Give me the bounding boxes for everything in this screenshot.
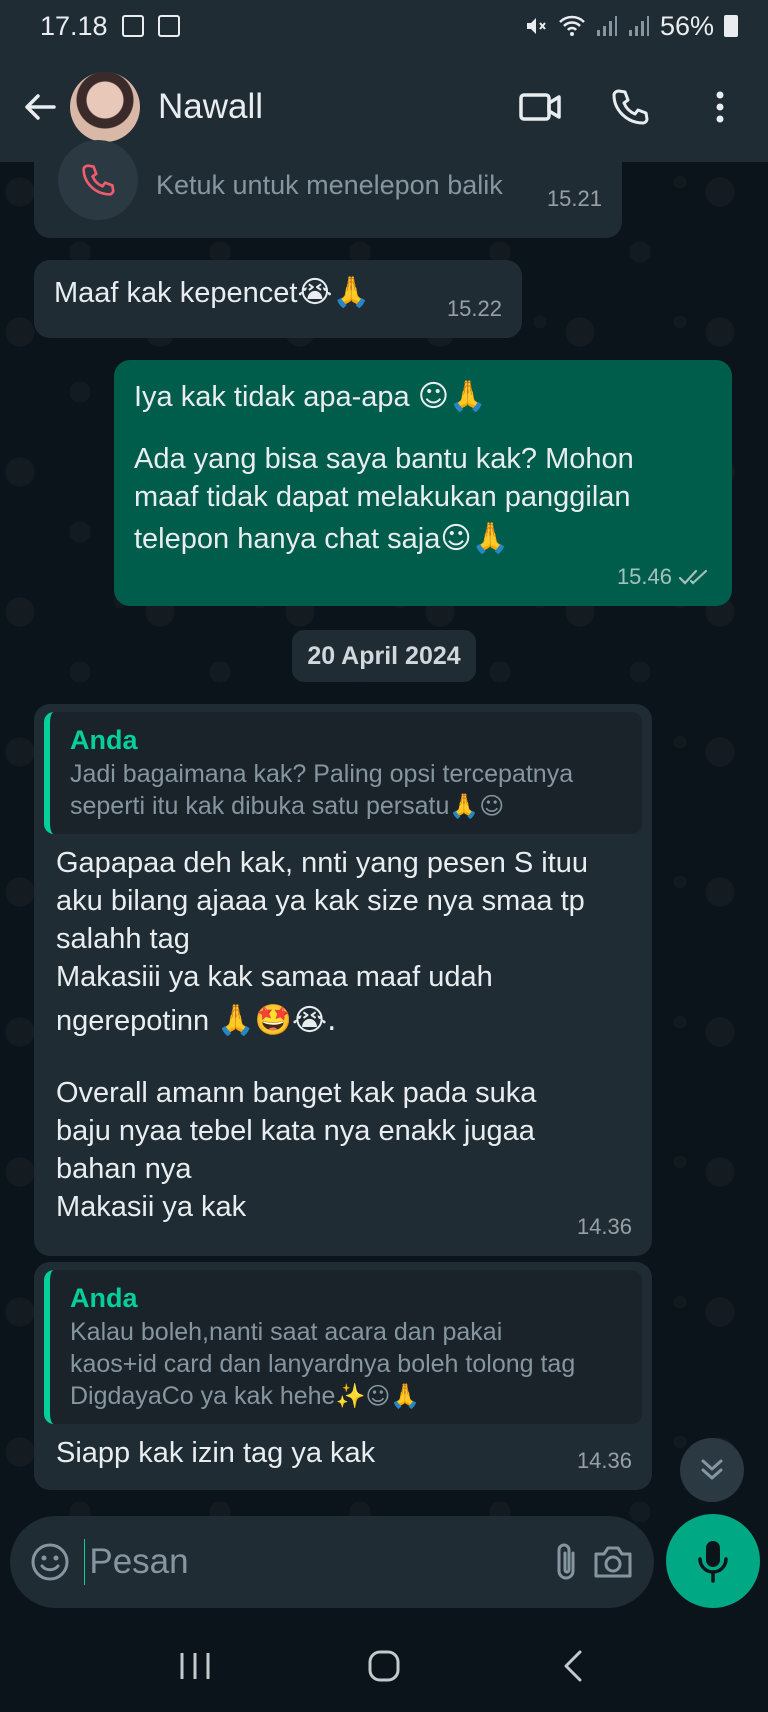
back-button[interactable]	[10, 77, 70, 137]
message-input[interactable]	[85, 1532, 541, 1592]
battery-icon	[724, 15, 738, 37]
message-text-line: bahan nya	[56, 1153, 192, 1185]
battery-percent: 56%	[659, 10, 714, 41]
quote-text-line: kaos+id card dan lanyardnya boleh tolong…	[70, 1350, 576, 1378]
outgoing-message[interactable]: Iya kak tidak apa-apa ☺🙏 Ada yang bisa s…	[114, 360, 732, 606]
attach-button[interactable]	[552, 1532, 580, 1592]
message-text: Siapp kak izin tag ya kak	[56, 1437, 376, 1469]
quote-text-line: Jadi bagaimana kak? Paling opsi tercepat…	[70, 760, 574, 788]
voice-call-button[interactable]	[600, 77, 660, 137]
incoming-reply-message[interactable]: Anda Jadi bagaimana kak? Paling opsi ter…	[34, 704, 652, 1256]
more-options-button[interactable]	[690, 77, 750, 137]
signal-2-icon	[628, 16, 649, 36]
system-nav-bar	[0, 1620, 768, 1712]
message-text-line: Makasiii ya kak samaa maaf udah	[56, 961, 493, 993]
message-text: Maaf kak kepencet	[54, 277, 298, 309]
home-button[interactable]	[344, 1636, 424, 1696]
message-text-line: Gapapaa deh kak, nnti yang pesen S ituu	[56, 847, 589, 879]
video-call-icon	[519, 93, 561, 121]
emoji-icon	[31, 1543, 69, 1581]
quote-text-line: seperti itu kak dibuka satu persatu	[70, 792, 450, 820]
message-composer	[10, 1516, 654, 1608]
quoted-message[interactable]: Anda Jadi bagaimana kak? Paling opsi ter…	[44, 712, 642, 834]
more-vert-icon	[716, 91, 724, 123]
message-text-line: Makasii ya kak	[56, 1191, 247, 1223]
signal-icon	[596, 16, 617, 36]
message-text-line: salahh tag	[56, 923, 190, 955]
camera-button[interactable]	[592, 1532, 634, 1592]
quote-author: Anda	[70, 1283, 138, 1313]
back-arrow-icon	[25, 94, 56, 120]
missed-call-circle	[58, 140, 138, 220]
wifi-icon	[559, 15, 585, 36]
contact-name[interactable]: Nawall	[158, 87, 263, 127]
voice-record-button[interactable]	[666, 1514, 760, 1608]
recents-icon	[180, 1653, 210, 1679]
attach-icon	[557, 1543, 575, 1580]
message-text-line: aku bilang ajaaa ya kak size nya smaa tp	[56, 885, 585, 917]
message-time-status: 15.46	[617, 558, 712, 596]
chevron-double-down-icon	[701, 1459, 723, 1480]
status-time: 17.18	[40, 10, 108, 41]
nav-back-button[interactable]	[533, 1636, 613, 1696]
message-time: 14.36	[576, 1448, 632, 1473]
incoming-reply-message[interactable]: Anda Kalau boleh,nanti saat acara dan pa…	[34, 1262, 652, 1490]
message-emoji: 😭🙏	[297, 275, 370, 310]
gallery-notification-icon	[121, 15, 144, 37]
quote-author: Anda	[70, 725, 138, 755]
scroll-to-bottom-button[interactable]	[680, 1438, 744, 1502]
message-text-line: maaf tidak dapat melakukan panggilan	[134, 481, 631, 513]
message-emoji: 🙏🤩😭.	[217, 1003, 337, 1038]
quote-text-line: DigdayaCo ya kak hehe	[70, 1382, 336, 1410]
nav-back-icon	[564, 1650, 582, 1682]
date-separator: 20 April 2024	[292, 630, 476, 682]
emoji-button[interactable]	[30, 1532, 70, 1592]
message-emoji: ☺🙏	[440, 521, 509, 556]
missed-call-text: Ketuk untuk menelepon balik	[156, 170, 503, 200]
message-text-line: Ada yang bisa saya bantu kak? Mohon	[134, 443, 634, 475]
recents-button[interactable]	[155, 1636, 235, 1696]
missed-call-icon	[82, 164, 115, 196]
message-text-line: Iya kak tidak apa-apa	[134, 381, 410, 413]
incoming-message[interactable]: Maaf kak kepencet😭🙏 15.22	[34, 260, 522, 338]
message-time: 15.22	[446, 296, 502, 321]
message-text-line: Overall amann banget kak pada suka	[56, 1077, 537, 1109]
video-call-button[interactable]	[510, 77, 570, 137]
quote-text-line: Kalau boleh,nanti saat acara dan pakai	[70, 1318, 503, 1346]
check-notification-icon	[157, 15, 180, 37]
double-check-icon	[678, 569, 708, 585]
avatar[interactable]	[70, 72, 140, 142]
message-time: 14.36	[576, 1214, 632, 1239]
home-icon	[368, 1650, 400, 1682]
message-time: 15.21	[546, 186, 602, 211]
missed-call-bubble[interactable]: Ketuk untuk menelepon balik 15.21	[34, 140, 622, 238]
message-time: 15.46	[616, 564, 672, 589]
message-text-line: telepon hanya chat saja	[134, 523, 441, 555]
message-emoji: ☺🙏	[417, 379, 487, 414]
quoted-message[interactable]: Anda Kalau boleh,nanti saat acara dan pa…	[44, 1270, 642, 1424]
message-text-line: ngerepotinn	[56, 1005, 210, 1037]
message-text-line: baju nyaa tebel kata nya enakk jugaa	[56, 1115, 535, 1147]
phone-icon	[612, 89, 649, 125]
camera-icon	[594, 1546, 632, 1578]
quote-emoji: 🙏☺	[449, 792, 505, 820]
mic-icon	[698, 1541, 728, 1583]
quote-emoji: ✨☺🙏	[335, 1382, 421, 1410]
mute-icon	[526, 18, 546, 34]
status-bar: 17.18 56%	[0, 0, 768, 52]
